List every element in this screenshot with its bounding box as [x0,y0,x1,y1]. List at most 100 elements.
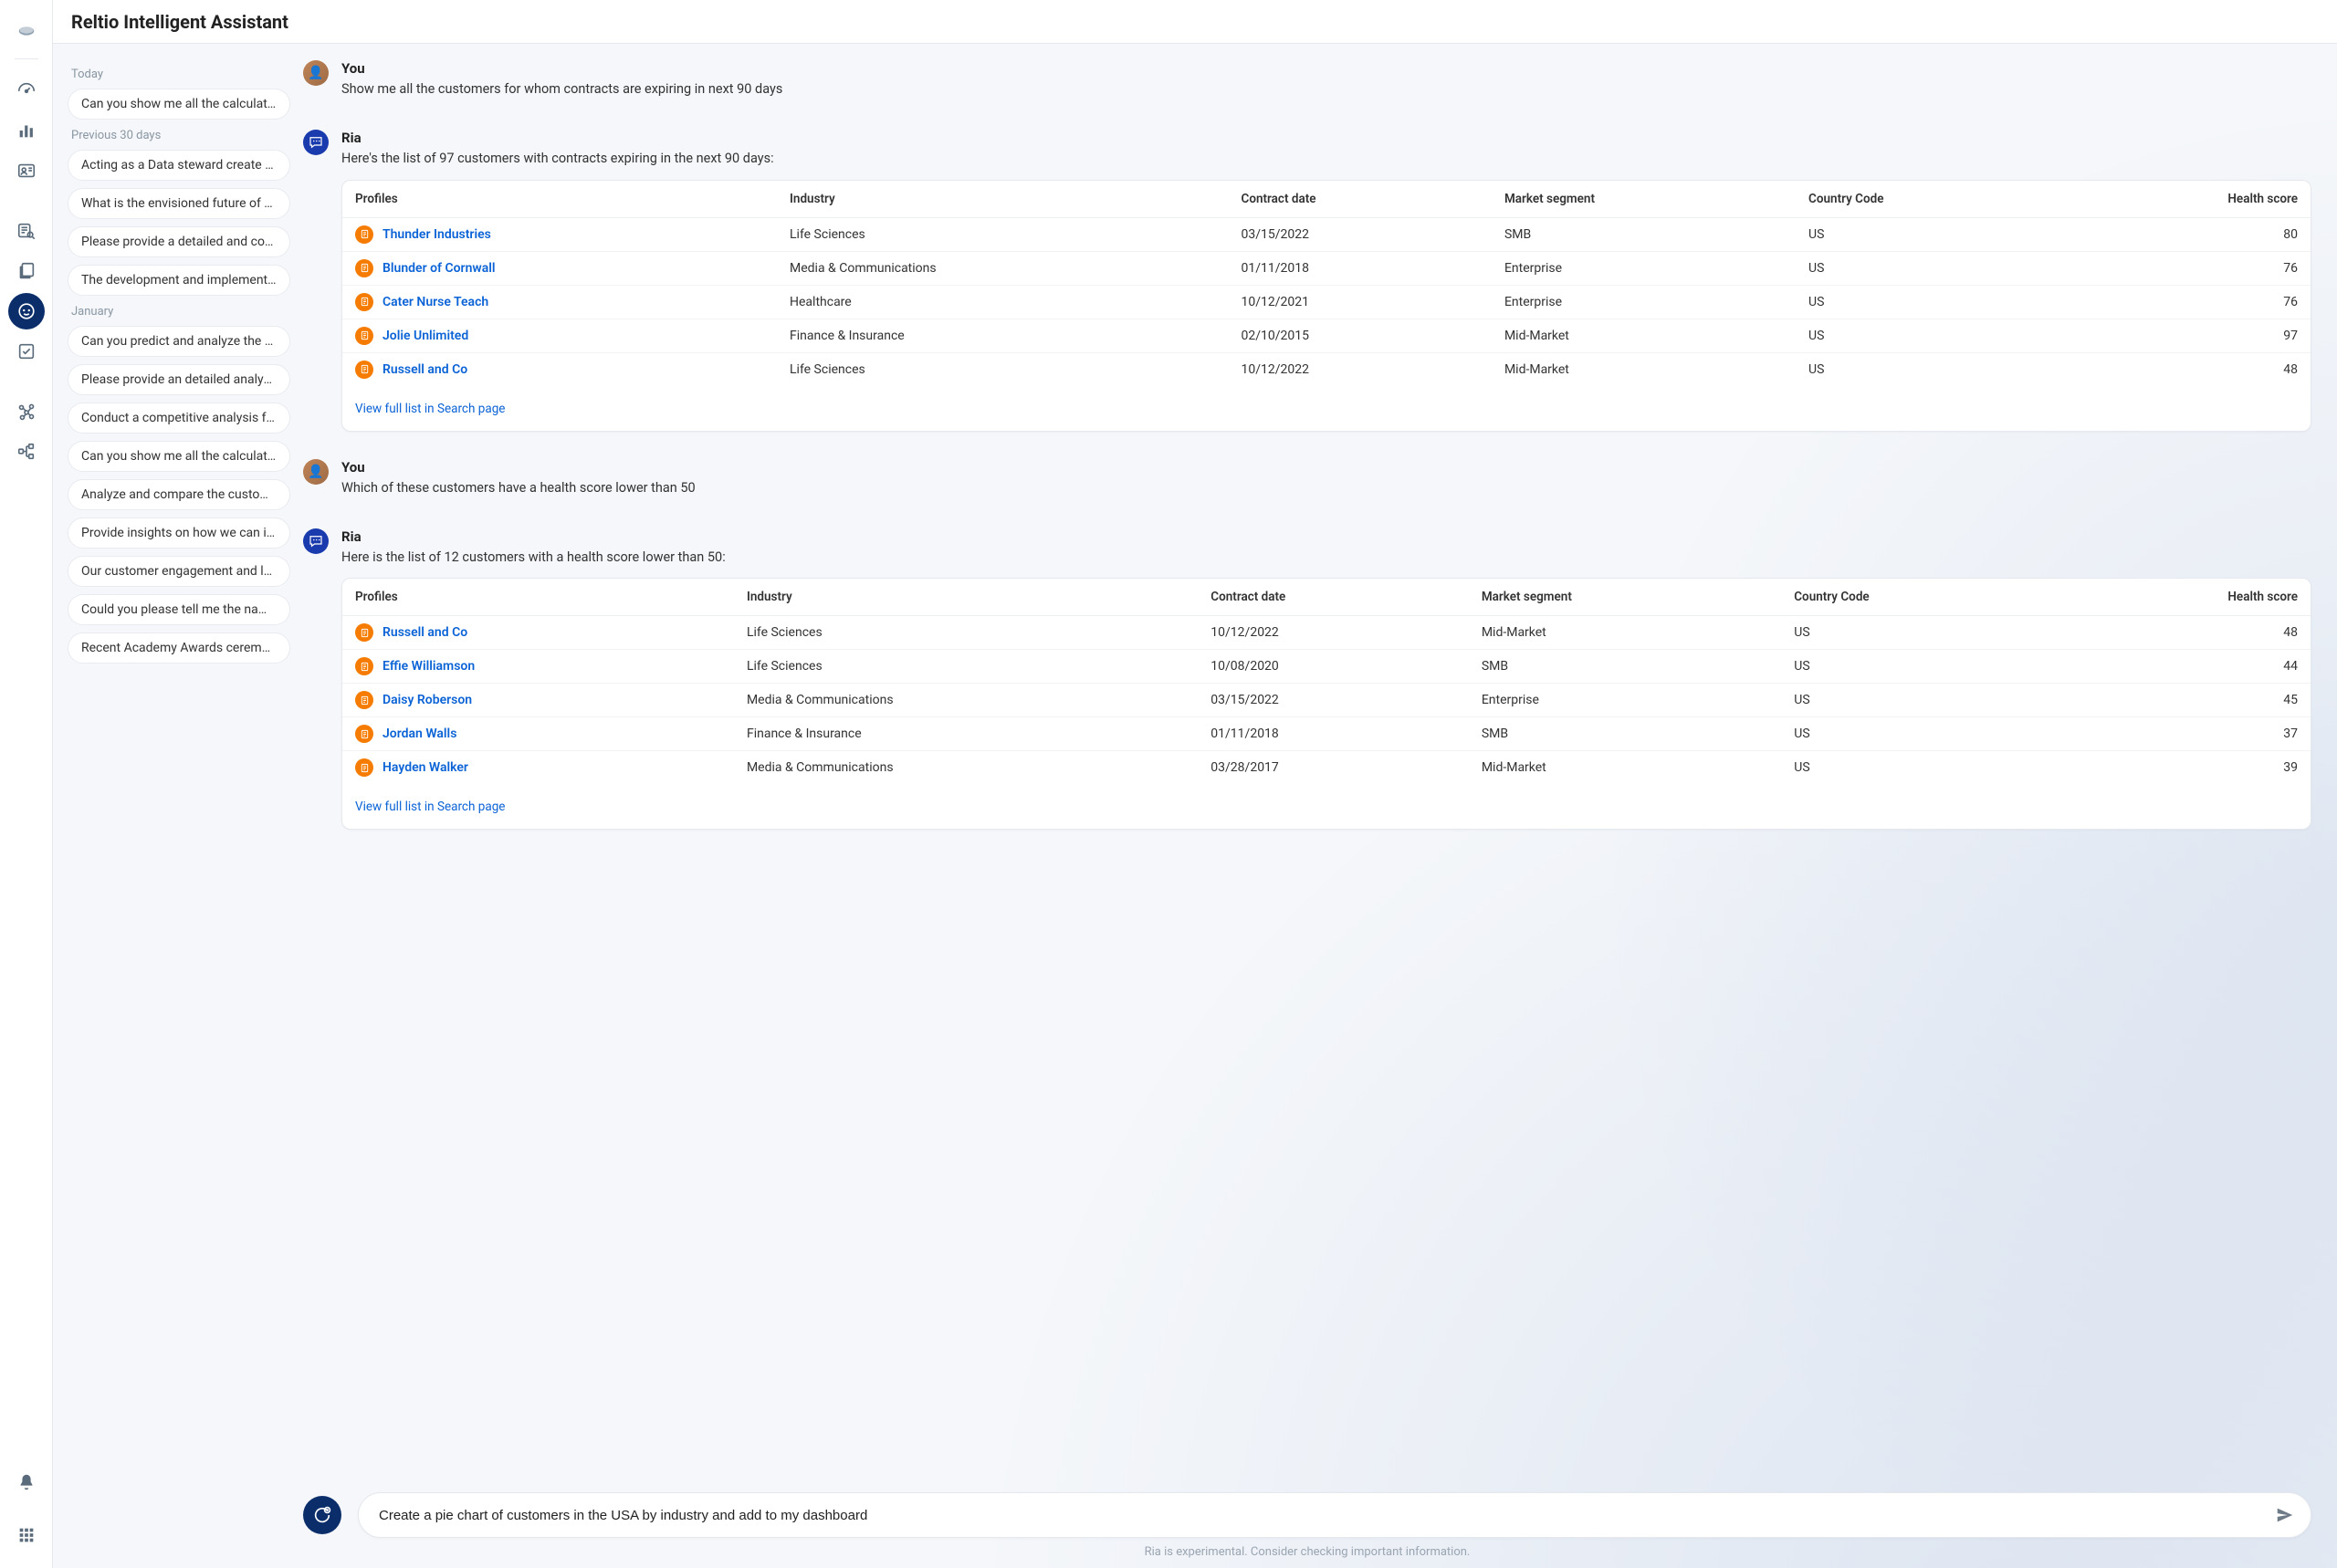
history-item[interactable]: Please provide an detailed analysis [68,364,290,395]
table-header: Contract date [1198,579,1469,616]
user-avatar-icon: 👤 [303,60,329,86]
table-cell: Mid-Market [1469,616,1781,650]
send-button[interactable] [2269,1499,2301,1531]
history-item[interactable]: Could you please tell me the name of… [68,594,290,625]
history-item[interactable]: Provide insights on how we can impr… [68,517,290,549]
ria-message: RiaHere is the list of 12 customers with… [303,528,2311,837]
assistant-icon[interactable] [8,293,45,329]
table-cell: US [1781,684,2053,717]
profile-link[interactable]: Blunder of Cornwall [383,261,496,276]
composer [358,1492,2311,1538]
table-cell: Enterprise [1492,285,1796,319]
table-cell: Life Sciences [777,352,1228,386]
results-table: ProfilesIndustryContract dateMarket segm… [342,579,2311,784]
table-header: Market segment [1492,181,1796,218]
profile-badge-icon [355,623,373,642]
table-cell: 03/15/2022 [1198,684,1469,717]
dashboard-icon[interactable] [8,72,45,109]
profile-link[interactable]: Cater Nurse Teach [383,295,488,309]
table-cell: SMB [1469,650,1781,684]
profile-link[interactable]: Jordan Walls [383,727,456,741]
table-row: Blunder of Cornwall Media & Communication… [342,251,2311,285]
table-cell: 48 [2053,616,2311,650]
history-item[interactable]: Acting as a Data steward create a An… [68,150,290,181]
table-cell: SMB [1469,717,1781,751]
table-cell: US [1781,616,2053,650]
message-author: Ria [341,130,2311,146]
message-author: You [341,60,2311,77]
history-item[interactable]: Can you show me all the calculated a… [68,89,290,120]
table-header: Contract date [1229,181,1492,218]
profile-badge-icon [355,657,373,675]
table-header: Country Code [1781,579,2053,616]
history-item[interactable]: Analyze and compare the customer d… [68,479,290,510]
view-full-list-link[interactable]: View full list in Search page [355,800,505,814]
notifications-icon[interactable] [8,1464,45,1500]
composer-input[interactable] [379,1508,2269,1523]
table-cell: 01/11/2018 [1198,717,1469,751]
history-item[interactable]: Please provide a detailed and compre… [68,226,290,257]
history-item[interactable]: Our customer engagement and loyalt… [68,556,290,587]
table-header: Market segment [1469,579,1781,616]
table-cell: US [1796,319,2060,352]
profile-link[interactable]: Daisy Roberson [383,693,472,707]
table-cell: 44 [2053,650,2311,684]
profiles-icon[interactable] [8,152,45,189]
profile-link[interactable]: Effie Williamson [383,659,475,674]
page-title: Reltio Intelligent Assistant [53,0,2337,44]
search-data-icon[interactable] [8,213,45,249]
profile-link[interactable]: Jolie Unlimited [383,329,468,343]
table-cell: Finance & Insurance [777,319,1228,352]
profile-link[interactable]: Thunder Industries [383,227,491,242]
analytics-icon[interactable] [8,112,45,149]
history-item[interactable]: Recent Academy Awards ceremony, h… [68,632,290,664]
message-text: Which of these customers have a health s… [341,479,2311,497]
history-item[interactable]: Conduct a competitive analysis focus… [68,402,290,434]
profile-badge-icon [355,361,373,379]
table-cell: US [1796,285,2060,319]
table-header: Profiles [342,181,777,218]
profile-badge-icon [355,758,373,777]
profile-badge-icon [355,259,373,277]
apps-icon[interactable] [8,1517,45,1553]
chat-scroll[interactable]: 👤YouShow me all the customers for whom c… [301,44,2337,1485]
table-row: Russell and CoLife Sciences10/12/2022Mid… [342,352,2311,386]
history-item[interactable]: Can you show me all the calculated a… [68,441,290,472]
message-author: Ria [341,528,2311,545]
table-header: Health score [2060,181,2311,218]
table-cell: Enterprise [1492,251,1796,285]
documents-icon[interactable] [8,253,45,289]
history-item[interactable]: What is the envisioned future of artifi… [68,188,290,219]
graph-icon[interactable] [8,393,45,430]
table-cell: US [1781,717,2053,751]
new-chat-button[interactable] [303,1496,341,1534]
profile-link[interactable]: Hayden Walker [383,760,468,775]
table-cell: Mid-Market [1469,751,1781,785]
table-cell: Media & Communications [777,251,1228,285]
table-cell: 37 [2053,717,2311,751]
history-item[interactable]: The development and implementation [68,265,290,296]
table-row: Daisy Roberson Media & Communications03/1… [342,684,2311,717]
table-row: Russell and CoLife Sciences10/12/2022Mid… [342,616,2311,650]
table-row: Cater Nurse TeachHealthcare10/12/2021Ent… [342,285,2311,319]
hierarchy-icon[interactable] [8,434,45,470]
profile-link[interactable]: Russell and Co [383,625,467,640]
table-cell: Media & Communications [734,751,1198,785]
table-cell: Healthcare [777,285,1228,319]
table-cell: 01/11/2018 [1229,251,1492,285]
nav-rail [0,0,53,1568]
table-cell: 10/08/2020 [1198,650,1469,684]
profile-badge-icon [355,293,373,311]
history-item[interactable]: Can you predict and analyze the futur… [68,326,290,357]
profile-link[interactable]: Russell and Co [383,362,467,377]
table-cell: 45 [2053,684,2311,717]
view-full-list-link[interactable]: View full list in Search page [355,402,505,416]
table-cell: US [1796,251,2060,285]
profile-badge-icon [355,691,373,709]
logo-icon[interactable] [8,13,45,49]
table-cell: 80 [2060,217,2311,251]
tasks-icon[interactable] [8,333,45,370]
table-cell: Media & Communications [734,684,1198,717]
user-message: 👤YouWhich of these customers have a heal… [303,459,2311,508]
table-row: Thunder IndustriesLife Sciences03/15/202… [342,217,2311,251]
